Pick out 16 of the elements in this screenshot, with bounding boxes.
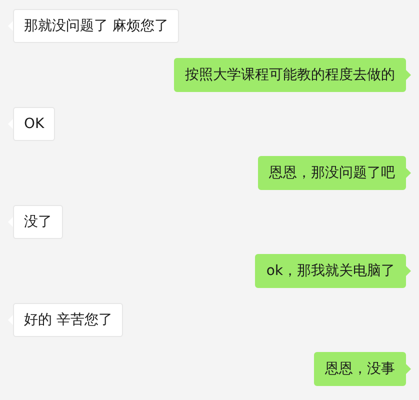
sent-message: 恩恩，那没问题了吧	[258, 156, 406, 190]
bubble-tail	[406, 364, 411, 374]
sent-message: ok，那我就关电脑了	[255, 254, 406, 288]
bubble-tail	[406, 266, 411, 276]
bubble-tail	[8, 216, 13, 226]
bubble-tail	[406, 70, 411, 80]
received-message: OK	[13, 106, 56, 140]
bubble-tail	[8, 20, 13, 30]
received-message: 那就没问题了 麻烦您了	[13, 8, 180, 42]
bubble-tail	[406, 168, 411, 178]
sent-message: 按照大学课程可能教的程度去做的	[174, 58, 406, 92]
received-message: 没了	[13, 204, 63, 238]
bubble-tail	[8, 314, 13, 324]
bubble-tail	[8, 118, 13, 128]
sent-message: 恩恩，没事	[314, 352, 406, 386]
received-message: 好的 辛苦您了	[13, 302, 124, 336]
